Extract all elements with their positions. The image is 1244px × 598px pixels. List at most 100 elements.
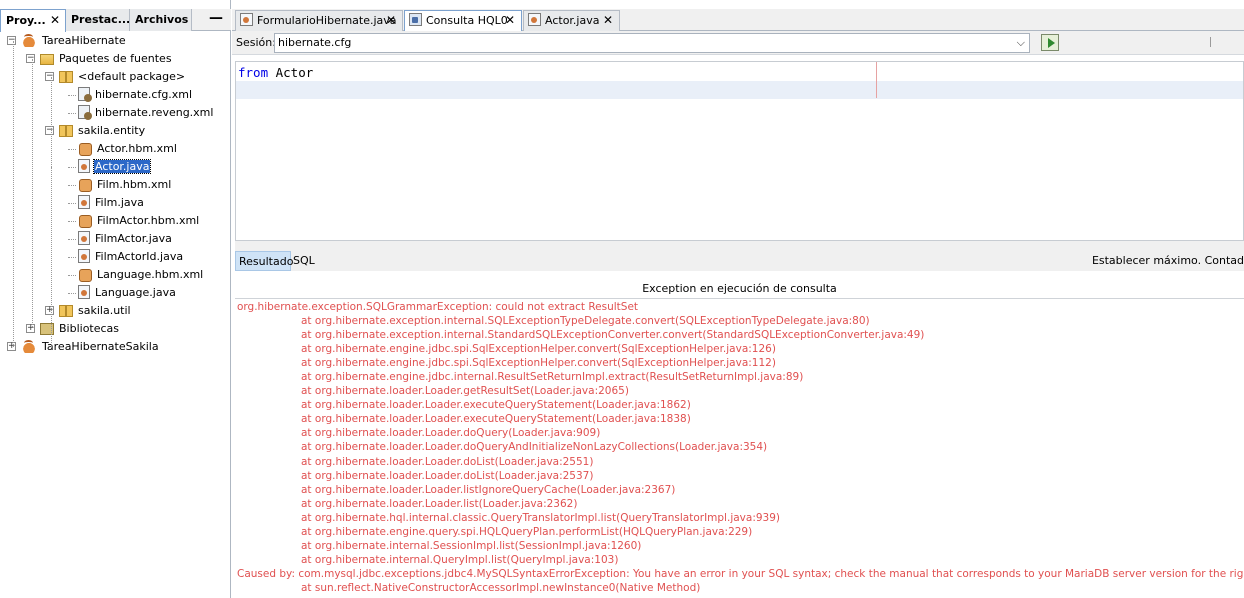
tree-node-label: hibernate.reveng.xml <box>95 106 214 119</box>
tree-node-label: Film.hbm.xml <box>97 178 172 191</box>
expand-icon[interactable]: + <box>7 342 16 351</box>
expand-icon[interactable]: + <box>26 324 35 333</box>
tree-node[interactable]: Bibliotecas <box>40 320 120 338</box>
results-divider <box>235 298 1244 299</box>
tree-node-label: Film.java <box>95 196 144 209</box>
tree-node-label: FilmActor.hbm.xml <box>97 214 200 227</box>
tab-services[interactable]: Prestac... <box>66 9 130 31</box>
tree-node-label: Language.java <box>95 286 176 299</box>
tree-node-label: hibernate.cfg.xml <box>95 88 193 101</box>
minimize-icon[interactable]: — <box>209 9 223 31</box>
close-icon[interactable]: ✕ <box>50 10 60 31</box>
session-toolbar: Sesión: hibernate.cfg ⌵ <box>232 31 1244 55</box>
run-query-button[interactable] <box>1041 34 1059 51</box>
trace-line: org.hibernate.exception.SQLGrammarExcept… <box>237 301 639 313</box>
tree-node-label: Paquetes de fuentes <box>59 52 172 65</box>
hql-query-icon <box>409 13 422 26</box>
tree-connector <box>68 293 76 294</box>
tree-node[interactable]: FilmActorId.java <box>78 248 184 266</box>
java-file-icon <box>78 195 90 209</box>
tree-node[interactable]: TareaHibernateSakila <box>21 338 160 356</box>
trace-line: at org.hibernate.loader.Loader.doQueryAn… <box>301 441 768 454</box>
tree-node[interactable]: sakila.util <box>59 302 132 320</box>
expand-icon[interactable]: + <box>45 306 54 315</box>
right-margin-line <box>876 62 877 98</box>
tree-node[interactable]: FilmActor.hbm.xml <box>78 212 200 230</box>
java-file-icon <box>78 285 90 299</box>
tab-projects-label: Proy... <box>6 14 46 27</box>
trace-line: at org.hibernate.loader.Loader.list(Load… <box>301 497 578 510</box>
tree-node[interactable]: TareaHibernate <box>21 32 127 50</box>
trace-line: Caused by: com.mysql.jdbc.exceptions.jdb… <box>237 567 1244 580</box>
query-line[interactable]: from Actor <box>238 65 313 80</box>
tree-node-label: sakila.entity <box>78 124 146 137</box>
tree-connector <box>68 185 76 186</box>
source-packages-icon <box>40 54 54 65</box>
tree-node[interactable]: Actor.java <box>78 158 152 176</box>
tree-node-label: TareaHibernate <box>42 34 126 47</box>
session-select[interactable]: hibernate.cfg ⌵ <box>274 33 1030 53</box>
tree-connector <box>68 95 76 96</box>
trace-line: at org.hibernate.loader.Loader.doList(Lo… <box>301 455 594 468</box>
cfg-file-icon <box>78 87 92 102</box>
close-icon[interactable]: ✕ <box>386 11 396 30</box>
trace-line: at org.hibernate.loader.Loader.doList(Lo… <box>301 469 594 482</box>
tree-node[interactable]: hibernate.cfg.xml <box>78 86 193 104</box>
trace-line: at org.hibernate.exception.internal.Stan… <box>301 329 925 342</box>
tab-actor-java[interactable]: Actor.java ✕ <box>523 10 620 31</box>
projects-panel: Proy... ✕ Prestac... Archivos — − TareaHi… <box>0 0 231 598</box>
trace-line: at org.hibernate.engine.jdbc.internal.Re… <box>301 371 804 384</box>
tree-node[interactable]: Actor.hbm.xml <box>78 140 178 158</box>
tree-node[interactable]: <default package> <box>59 68 186 86</box>
collapse-icon[interactable]: − <box>26 54 35 63</box>
tree-connector <box>51 77 52 167</box>
tree-node[interactable]: hibernate.reveng.xml <box>78 104 214 122</box>
java-file-icon <box>78 231 90 245</box>
hql-editor[interactable]: from Actor <box>235 61 1244 241</box>
tab-sql-label: SQL <box>293 254 315 267</box>
tree-connector <box>68 113 76 114</box>
java-file-icon <box>528 13 541 26</box>
package-icon <box>59 305 73 317</box>
tree-node[interactable]: Film.java <box>78 194 145 212</box>
tree-node[interactable]: FilmActor.java <box>78 230 173 248</box>
trace-line: at org.hibernate.internal.SessionImpl.li… <box>301 539 642 552</box>
tree-node-label: Bibliotecas <box>59 322 120 335</box>
close-icon[interactable]: ✕ <box>505 11 515 30</box>
trace-line: at org.hibernate.loader.Loader.executeQu… <box>301 413 691 426</box>
trace-line: at sun.reflect.NativeConstructorAccessor… <box>301 581 701 594</box>
collapse-icon[interactable]: − <box>45 126 54 135</box>
tree-connector <box>68 221 76 222</box>
tab-sql[interactable]: SQL <box>290 251 318 271</box>
trace-line: at org.hibernate.loader.Loader.getResult… <box>301 385 629 398</box>
tree-node[interactable]: sakila.entity <box>59 122 146 140</box>
results-title: Exception en ejecución de consulta <box>642 282 837 295</box>
tree-node[interactable]: Paquetes de fuentes <box>40 50 173 68</box>
tree-node[interactable]: Language.java <box>78 284 177 302</box>
tab-label: FormularioHibernate.java <box>257 14 397 27</box>
collapse-icon[interactable]: − <box>45 72 54 81</box>
java-file-icon <box>78 159 90 173</box>
tree-node-label: Language.hbm.xml <box>97 268 204 281</box>
tree-node-label: Actor.hbm.xml <box>97 142 177 155</box>
tree-node-label: sakila.util <box>78 304 131 317</box>
tab-formulario-hibernate[interactable]: FormularioHibernate.java ✕ <box>235 10 403 31</box>
tree-node[interactable]: Film.hbm.xml <box>78 176 172 194</box>
project-icon <box>21 339 37 353</box>
tab-resultado[interactable]: Resultado <box>235 251 293 271</box>
tree-connector <box>51 167 52 347</box>
collapse-icon[interactable]: − <box>7 36 16 45</box>
set-max-count-label: Establecer máximo. Contad <box>1091 254 1244 267</box>
reveng-file-icon <box>78 105 92 120</box>
tree-node-label: <default package> <box>78 70 186 83</box>
splitter[interactable] <box>235 241 1244 251</box>
trace-line: at org.hibernate.exception.internal.SQLE… <box>301 315 870 328</box>
tree-connector <box>68 167 76 168</box>
trace-line: at org.hibernate.loader.Loader.listIgnor… <box>301 483 676 496</box>
tree-node[interactable]: Language.hbm.xml <box>78 266 204 284</box>
close-icon[interactable]: ✕ <box>603 11 613 30</box>
tab-files[interactable]: Archivos <box>130 9 192 31</box>
tab-projects[interactable]: Proy... ✕ <box>0 9 66 32</box>
projects-panel-tabs: Proy... ✕ Prestac... Archivos — <box>0 9 231 32</box>
tab-consulta-hql[interactable]: Consulta HQL0 ✕ <box>404 10 522 32</box>
